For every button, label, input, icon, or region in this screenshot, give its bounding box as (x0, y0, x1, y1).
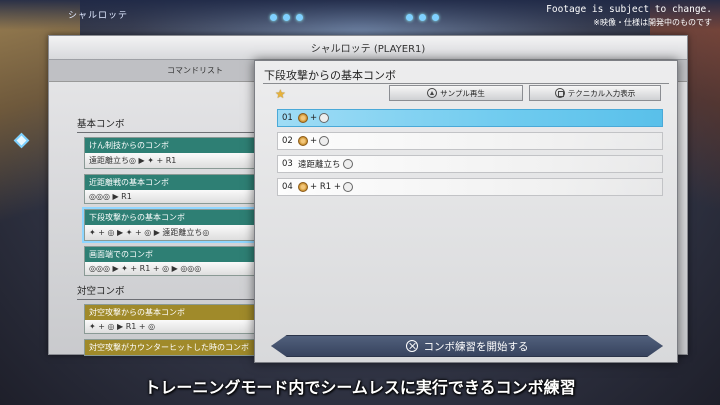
start-combo-practice-button[interactable]: コンボ練習を開始する (271, 335, 663, 357)
combo-name: 画面端でのコンボ (85, 247, 279, 262)
tab-command-list[interactable]: コマンドリスト (167, 65, 223, 76)
combo-step[interactable]: 03 遠距離立ち (277, 155, 663, 173)
attack-button-icon (319, 113, 330, 123)
star-icon[interactable]: ★ (275, 87, 286, 101)
combo-card-selected[interactable]: 下段攻撃からの基本コンボ ✦ + ◎ ▶ ✦ + ◎ ▶ 遠距離立ち◎ (82, 207, 282, 243)
attack-button-icon (342, 182, 353, 192)
round-dot-icon (270, 14, 277, 21)
step-text: + R1 + (310, 182, 341, 192)
combo-card[interactable]: 対空攻撃がカウンターヒットした時のコンボ (84, 339, 280, 356)
combo-name: 対空攻撃からの基本コンボ (85, 305, 279, 320)
player-name: シャルロッテ (68, 11, 129, 21)
sample-play-button[interactable]: サンプル再生 (389, 85, 523, 101)
round-indicator-right (406, 14, 439, 21)
cross-button-icon (405, 340, 418, 352)
direction-icon (298, 182, 308, 192)
step-text: 遠距離立ち (298, 160, 341, 170)
sample-play-label: サンプル再生 (440, 88, 485, 98)
triangle-button-icon (427, 88, 438, 98)
square-button-icon (554, 88, 565, 98)
round-dot-icon (283, 14, 290, 21)
round-dot-icon (296, 14, 303, 21)
combo-card[interactable]: けん制技からのコンボ 遠距離立ち◎ ▶ ✦ + R1 (84, 137, 280, 169)
combo-step[interactable]: 01 + (277, 109, 663, 127)
combo-card[interactable]: 近距離戦の基本コンボ ◎◎◎ ▶ R1 (84, 174, 280, 204)
step-number: 03 (282, 159, 293, 169)
video-subtitle: トレーニングモード内でシームレスに実行できるコンボ練習 (144, 378, 576, 397)
attack-button-icon (319, 136, 330, 146)
notice-japanese: ※映像・仕様は開発中のものです (593, 18, 712, 27)
round-indicator-left (270, 14, 303, 21)
combo-command: ✦ + ◎ ▶ ✦ + ◎ ▶ 遠距離立ち◎ (85, 225, 279, 240)
combo-command: ✦ + ◎ ▶ R1 + ◎ (85, 320, 279, 333)
round-dot-icon (419, 14, 426, 21)
step-number: 04 (282, 182, 293, 192)
round-dot-icon (406, 14, 413, 21)
direction-icon (298, 136, 308, 146)
round-dot-icon (432, 14, 439, 21)
combo-step[interactable]: 02 + (277, 132, 663, 150)
step-text: + (310, 113, 318, 123)
combo-name: 下段攻撃からの基本コンボ (85, 210, 279, 225)
technical-input-button[interactable]: テクニカル入力表示 (529, 85, 661, 101)
start-combo-practice-label: コンボ練習を開始する (423, 340, 529, 353)
footage-notice: Footage is subject to change. ※映像・仕様は開発中… (546, 4, 712, 28)
combo-card[interactable]: 画面端でのコンボ ◎◎◎ ▶ ✦ + R1 + ◎ ▶ ◎◎◎ (84, 246, 280, 276)
combo-detail-panel: 下段攻撃からの基本コンボ ★ サンプル再生 テクニカル入力表示 01 + 02 … (254, 60, 678, 363)
technical-input-label: テクニカル入力表示 (567, 88, 636, 98)
combo-command: ◎◎◎ ▶ ✦ + R1 + ◎ ▶ ◎◎◎ (85, 262, 279, 275)
attack-button-icon (342, 159, 353, 169)
step-number: 02 (282, 136, 293, 146)
notice-english: Footage is subject to change. (546, 4, 712, 15)
window-title: シャルロッテ (PLAYER1) (49, 36, 687, 60)
step-number: 01 (282, 113, 293, 123)
combo-command: ◎◎◎ ▶ R1 (85, 190, 279, 203)
step-text: + (310, 136, 318, 146)
combo-step[interactable]: 04 + R1 + (277, 178, 663, 196)
combo-card[interactable]: 対空攻撃からの基本コンボ ✦ + ◎ ▶ R1 + ◎ (84, 304, 280, 334)
panel-title: 下段攻撃からの基本コンボ (264, 69, 396, 82)
combo-name: 近距離戦の基本コンボ (85, 175, 279, 190)
title-divider (263, 83, 669, 84)
direction-icon (298, 113, 308, 123)
combo-command: 遠距離立ち◎ ▶ ✦ + R1 (85, 153, 279, 168)
combo-name: 対空攻撃がカウンターヒットした時のコンボ (85, 340, 279, 355)
combo-step-list: 01 + 02 + 03 遠距離立ち 04 + R1 + (277, 109, 663, 201)
combo-name: けん制技からのコンボ (85, 138, 279, 153)
